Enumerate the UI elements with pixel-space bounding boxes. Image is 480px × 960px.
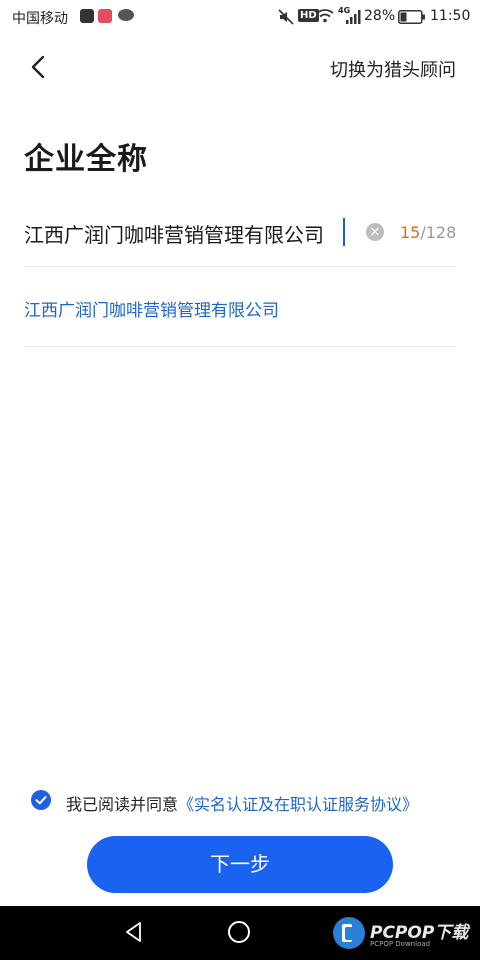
battery-percent: 28%: [364, 8, 396, 24]
switch-to-headhunter-link[interactable]: 切换为猎头顾问: [330, 56, 456, 82]
company-name-input[interactable]: [24, 216, 354, 250]
agreement-prefix: 我已阅读并同意: [66, 795, 179, 814]
clear-icon[interactable]: ×: [366, 223, 384, 241]
signal-icon: [346, 10, 361, 24]
status-bar: 中国移动 HD 4G 28% 11:50: [0, 0, 480, 34]
nav-back-icon[interactable]: [122, 920, 146, 944]
agreement-checkbox[interactable]: [31, 790, 51, 810]
suggestion-item[interactable]: 江西广润门咖啡营销管理有限公司: [24, 296, 279, 321]
agreement-text: 我已阅读并同意《实名认证及在职认证服务协议》: [66, 791, 418, 815]
check-icon: [35, 796, 47, 805]
next-button[interactable]: 下一步: [87, 836, 393, 893]
battery-icon: [398, 10, 425, 24]
back-button[interactable]: [24, 52, 54, 82]
input-divider: [24, 266, 456, 267]
char-count-current: 15: [400, 223, 421, 242]
char-counter: 15/128: [400, 223, 456, 242]
agreement-link[interactable]: 《实名认证及在职认证服务协议》: [178, 795, 418, 814]
mute-icon: [278, 9, 294, 25]
pcpop-logo-icon: [333, 917, 365, 949]
chevron-left-icon: [31, 55, 45, 79]
text-caret: [343, 218, 345, 246]
char-count-max: /128: [420, 223, 457, 242]
nav-home-icon[interactable]: [228, 921, 250, 943]
watermark: PCPOP下载 PCPOP Download: [332, 914, 480, 954]
clock: 11:50: [430, 8, 471, 24]
carrier-label: 中国移动: [12, 11, 68, 27]
app-notification-icon: [80, 9, 94, 23]
watermark-sub: PCPOP Download: [370, 940, 431, 948]
wifi-icon: [316, 9, 334, 23]
page-title: 企业全称: [24, 142, 148, 177]
app-notification-icon: [98, 9, 112, 23]
suggestion-divider: [24, 346, 456, 347]
chat-bubble-icon: [118, 9, 134, 21]
